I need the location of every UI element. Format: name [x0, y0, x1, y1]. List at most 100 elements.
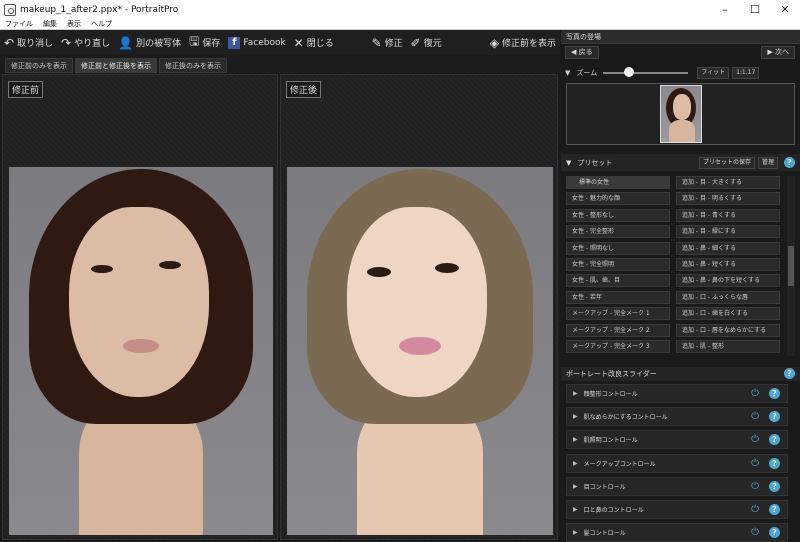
help-icon[interactable]: ? — [769, 434, 780, 446]
help-icon[interactable]: ? — [769, 457, 780, 469]
slider-group-label: 肌なめらかにするコントロール — [583, 414, 668, 422]
preset-item[interactable]: 標準の女性 — [566, 176, 670, 189]
help-icon[interactable]: ? — [769, 388, 780, 399]
tab-before-only[interactable]: 修正前のみを表示 — [5, 58, 73, 73]
preset-scrollbar-thumb[interactable] — [788, 246, 794, 286]
menu-edit[interactable]: 編集 — [38, 19, 62, 29]
help-icon[interactable]: ? — [769, 411, 780, 423]
power-icon[interactable]: ⏻ — [751, 504, 759, 515]
preset-item[interactable]: メークアップ - 完全メーク 1 — [566, 307, 670, 321]
back-button[interactable]: ◀ 戻る — [565, 46, 599, 59]
close-button[interactable]: ✕ 閉じる — [290, 30, 338, 55]
preset-item[interactable]: 女性 - 肌、歯、目 — [566, 274, 670, 288]
zoom-label: ズーム — [576, 69, 598, 77]
menu-file[interactable]: ファイル — [0, 19, 38, 29]
presets-help-icon[interactable]: ? — [784, 157, 795, 168]
wand-icon: ✎ — [371, 35, 382, 50]
preset-scrollbar[interactable] — [787, 176, 795, 356]
slider-group-row[interactable]: ▶ 顔整形コントロール ⏻? — [566, 384, 788, 403]
slider-group-row[interactable]: ▶ メークアップコントロール ⏻? — [566, 453, 788, 473]
preset-add-item[interactable]: 追加 - 目 - 明るくする — [676, 192, 780, 206]
preset-item[interactable]: 女性 - 整形なし — [566, 208, 670, 222]
preset-add-item[interactable]: 追加 - 目 - 青くする — [676, 208, 780, 222]
preset-add-item[interactable]: 追加 - 鼻 - 鼻の下を短くする — [676, 274, 780, 288]
preset-item[interactable]: 女性 - 若年 — [566, 290, 670, 304]
save-button[interactable]: 🖫 保存 — [185, 30, 224, 55]
preset-item[interactable]: 女性 - 完全照明 — [566, 258, 670, 271]
slider-group-label: 肌照明コントロール — [583, 437, 638, 445]
manage-presets-button[interactable]: 管理 — [757, 156, 778, 169]
preset-add-item[interactable]: 追加 - 鼻 - 短くする — [676, 258, 780, 271]
tab-before-after[interactable]: 修正前と修正後を表示 — [75, 58, 157, 73]
facebook-button[interactable]: f Facebook — [224, 30, 289, 55]
power-icon[interactable]: ⏻ — [751, 434, 759, 445]
preset-add-item[interactable]: 追加 - 目 - 緑にする — [676, 225, 780, 239]
tab-after-only[interactable]: 修正後のみを表示 — [159, 58, 227, 73]
restore-button[interactable]: ✐ 復元 — [407, 30, 446, 55]
power-icon[interactable]: ⏻ — [751, 411, 759, 422]
redo-icon: ↷ — [61, 35, 72, 50]
maximize-button[interactable]: ☐ — [740, 0, 770, 19]
save-icon: 🖫 — [189, 34, 200, 48]
preset-add-item[interactable]: 追加 - 肌 - 整形 — [676, 340, 780, 353]
presets-header: ▼ プリセット プリセットの保存 管理 ? — [561, 154, 800, 171]
power-icon[interactable]: ⏻ — [751, 527, 759, 538]
expand-icon[interactable]: ▶ — [573, 529, 578, 536]
photo-thumbnail[interactable] — [660, 85, 702, 143]
undo-button[interactable]: ↶ 取り消し — [0, 30, 57, 55]
power-icon[interactable]: ⏻ — [751, 481, 759, 492]
preset-item[interactable]: メークアップ - 完全メーク 3 — [566, 340, 670, 353]
modify-button[interactable]: ✎ 修正 — [368, 30, 407, 55]
expand-icon[interactable]: ▶ — [573, 483, 578, 490]
zoom-slider-handle[interactable] — [623, 67, 634, 77]
expand-icon[interactable]: ▶ — [573, 436, 578, 443]
preset-add-item[interactable]: 追加 - 口 - 歯を白くする — [676, 307, 780, 321]
next-button[interactable]: ▶ 次へ — [761, 46, 795, 59]
after-pane[interactable]: 修正後 — [280, 74, 558, 540]
minimize-button[interactable]: – — [710, 0, 740, 19]
sliders-help-icon[interactable]: ? — [784, 368, 795, 379]
expand-icon[interactable]: ▶ — [573, 413, 578, 420]
close-window-button[interactable]: ✕ — [770, 0, 800, 19]
before-photo[interactable] — [9, 167, 273, 535]
save-preset-button[interactable]: プリセットの保存 — [698, 156, 755, 169]
power-icon[interactable]: ⏻ — [751, 388, 759, 399]
preset-add-item[interactable]: 追加 - 口 - ふっくらな唇 — [676, 290, 780, 304]
expand-icon[interactable]: ▶ — [573, 460, 578, 467]
after-label: 修正後 — [286, 81, 322, 98]
zoom-collapse-icon[interactable]: ▼ — [565, 69, 570, 77]
slider-group-label: メークアップコントロール — [583, 460, 656, 468]
slider-group-row[interactable]: ▶ 口と鼻のコントロール ⏻? — [566, 500, 788, 519]
preset-item[interactable]: メークアップ - 完全メーク 2 — [566, 323, 670, 337]
help-icon[interactable]: ? — [769, 504, 780, 515]
help-icon[interactable]: ? — [769, 480, 780, 492]
slider-group-row[interactable]: ▶ 目コントロール ⏻? — [566, 476, 788, 496]
preset-add-item[interactable]: 追加 - 鼻 - 細くする — [676, 241, 780, 255]
before-pane[interactable]: 修正前 — [2, 74, 278, 540]
zoom-value[interactable]: 1:1.17 — [732, 67, 760, 79]
slider-group-row[interactable]: ▶ 肌なめらかにするコントロール ⏻? — [566, 407, 788, 427]
slider-group-row[interactable]: ▶ 肌照明コントロール ⏻? — [566, 430, 788, 450]
menu-view[interactable]: 表示 — [62, 19, 86, 29]
menu-bar: ファイル 編集 表示 ヘルプ — [0, 19, 800, 30]
menu-help[interactable]: ヘルプ — [86, 19, 117, 29]
before-eye-left — [91, 265, 113, 273]
fit-button[interactable]: フィット — [697, 67, 730, 79]
another-subject-button[interactable]: 👤 別の被写体 — [114, 30, 185, 55]
presets-collapse-icon[interactable]: ▼ — [566, 159, 571, 167]
preset-add-item[interactable]: 追加 - 口 - 唇をなめらかにする — [676, 323, 780, 337]
zoom-slider[interactable] — [603, 67, 689, 77]
preset-add-item[interactable]: 追加 - 目 - 大きくする — [676, 176, 780, 189]
preset-item[interactable]: 女性 - 魅力的な顔 — [566, 192, 670, 206]
expand-icon[interactable]: ▶ — [573, 506, 578, 513]
show-before-button[interactable]: ◈ 修正前を表示 — [486, 30, 560, 55]
after-photo[interactable] — [287, 167, 553, 535]
preset-item[interactable]: 女性 - 照明なし — [566, 241, 670, 255]
power-icon[interactable]: ⏻ — [751, 458, 759, 469]
window-titlebar: makeup_1_after2.ppx* - PortraitPro – ☐ ✕ — [0, 0, 800, 19]
slider-group-row[interactable]: ▶ 髪コントロール ⏻? — [566, 523, 788, 542]
help-icon[interactable]: ? — [769, 527, 780, 539]
redo-button[interactable]: ↷ やり直し — [57, 30, 114, 55]
preset-item[interactable]: 女性 - 完全整形 — [566, 225, 670, 239]
expand-icon[interactable]: ▶ — [573, 390, 578, 397]
